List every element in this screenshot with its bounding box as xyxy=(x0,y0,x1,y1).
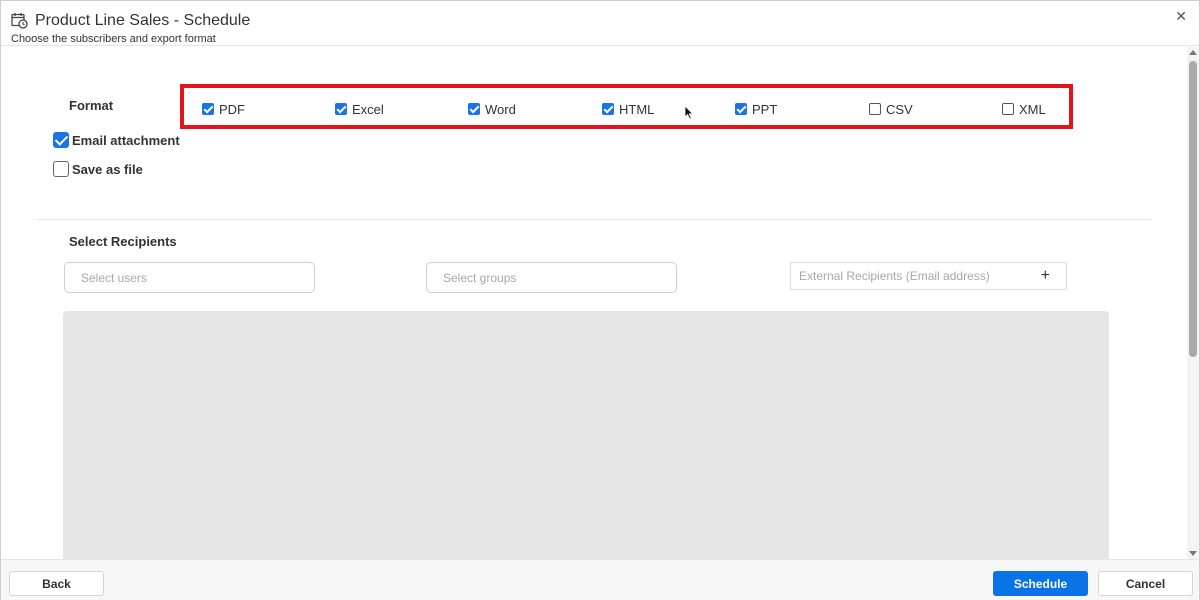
add-recipient-icon[interactable]: + xyxy=(1041,267,1050,285)
save-as-file-label: Save as file xyxy=(72,161,143,177)
format-option-xml[interactable]: XML xyxy=(1002,101,1046,117)
recipients-list-panel xyxy=(63,311,1109,561)
scrollbar-thumb[interactable] xyxy=(1189,61,1197,357)
scroll-up-icon[interactable] xyxy=(1189,50,1197,55)
format-option-html[interactable]: HTML xyxy=(602,101,654,117)
scroll-down-icon[interactable] xyxy=(1189,551,1197,556)
format-option-excel[interactable]: Excel xyxy=(335,101,384,117)
select-groups-input[interactable] xyxy=(426,262,677,293)
vertical-scrollbar[interactable] xyxy=(1187,47,1199,559)
save-as-file-checkbox[interactable] xyxy=(53,161,69,177)
checkbox[interactable] xyxy=(735,103,747,115)
format-option-label: Word xyxy=(485,101,516,117)
dialog-subtitle: Choose the subscribers and export format xyxy=(11,33,216,45)
mouse-cursor-icon xyxy=(684,105,694,120)
format-option-label: Excel xyxy=(352,101,384,117)
save-as-file-option[interactable]: Save as file xyxy=(53,161,143,177)
checkbox[interactable] xyxy=(1002,103,1014,115)
email-attachment-checkbox[interactable] xyxy=(53,132,69,148)
format-option-ppt[interactable]: PPT xyxy=(735,101,777,117)
checkbox[interactable] xyxy=(602,103,614,115)
external-recipients-input[interactable] xyxy=(791,263,1026,289)
close-icon[interactable]: ✕ xyxy=(1175,9,1187,23)
email-attachment-option[interactable]: Email attachment xyxy=(53,132,180,148)
section-divider xyxy=(37,219,1151,220)
schedule-button[interactable]: Schedule xyxy=(993,571,1088,596)
format-option-label: HTML xyxy=(619,101,655,117)
calendar-clock-icon xyxy=(11,13,28,29)
select-recipients-label: Select Recipients xyxy=(69,234,177,249)
format-label: Format xyxy=(69,98,114,113)
format-option-pdf[interactable]: PDF xyxy=(202,101,245,117)
checkbox[interactable] xyxy=(202,103,214,115)
checkbox[interactable] xyxy=(869,103,881,115)
format-option-label: CSV xyxy=(886,101,913,117)
back-button[interactable]: Back xyxy=(9,571,104,596)
external-recipients-field: + xyxy=(790,262,1067,290)
cancel-button[interactable]: Cancel xyxy=(1098,571,1193,596)
email-attachment-label: Email attachment xyxy=(72,132,180,148)
dialog-header: Product Line Sales - Schedule Choose the… xyxy=(1,1,1199,46)
format-option-word[interactable]: Word xyxy=(468,101,516,117)
select-users-input[interactable] xyxy=(64,262,315,293)
format-option-label: XML xyxy=(1019,101,1046,117)
checkbox[interactable] xyxy=(335,103,347,115)
format-option-label: PDF xyxy=(219,101,245,117)
format-option-csv[interactable]: CSV xyxy=(869,101,913,117)
schedule-dialog: Product Line Sales - Schedule Choose the… xyxy=(0,0,1200,600)
dialog-footer: Back Schedule Cancel xyxy=(1,559,1199,600)
format-option-label: PPT xyxy=(752,101,778,117)
format-options-highlight: PDF Excel Word HTML PPT CSV XML xyxy=(180,84,1073,129)
checkbox[interactable] xyxy=(468,103,480,115)
dialog-title: Product Line Sales - Schedule xyxy=(35,12,251,29)
